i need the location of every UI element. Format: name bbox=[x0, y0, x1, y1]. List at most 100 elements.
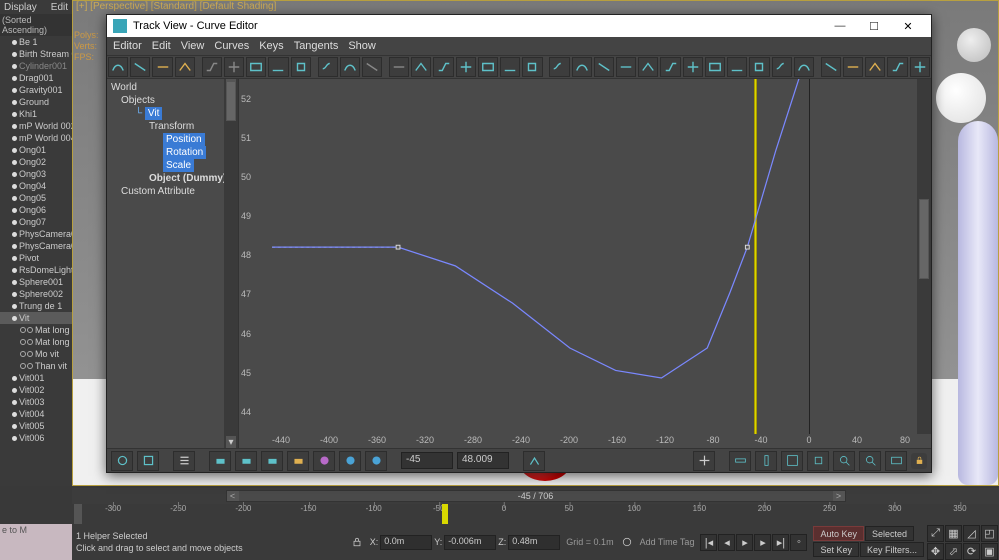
ruler-cursor[interactable] bbox=[442, 504, 448, 524]
ruler-in-handle[interactable] bbox=[74, 504, 82, 524]
nav-zoom-icon[interactable]: ⤢ bbox=[927, 525, 944, 542]
status-frame-field[interactable]: -45 bbox=[401, 452, 453, 469]
toolbar-button-13[interactable] bbox=[411, 57, 431, 77]
ce-menu-tangents[interactable]: Tangents bbox=[294, 40, 339, 52]
toolbar-button-1[interactable] bbox=[130, 57, 150, 77]
scene-item[interactable]: Pivot bbox=[0, 252, 72, 264]
toolbar-button-22[interactable] bbox=[616, 57, 636, 77]
host-menu-edit[interactable]: Edit bbox=[51, 2, 68, 13]
toolbar-button-7[interactable] bbox=[268, 57, 288, 77]
nav-zoomall-icon[interactable]: ▦ bbox=[945, 525, 962, 542]
next-frame-icon[interactable]: ▸ bbox=[754, 534, 771, 551]
scene-item[interactable]: Drag001 bbox=[0, 72, 72, 84]
coord-y-field[interactable]: -0.006m bbox=[444, 535, 496, 550]
ce-menu-view[interactable]: View bbox=[181, 40, 205, 52]
time-slider-bar[interactable]: < -45 / 706 > bbox=[226, 490, 846, 502]
coord-x-field[interactable]: 0.0m bbox=[380, 535, 432, 550]
toolbar-button-15[interactable] bbox=[456, 57, 476, 77]
scene-item[interactable]: Vit001 bbox=[0, 372, 72, 384]
scene-item[interactable]: Be 1 bbox=[0, 36, 72, 48]
isolate-icon[interactable] bbox=[620, 535, 634, 549]
toolbar-button-18[interactable] bbox=[522, 57, 542, 77]
toolbar-button-16[interactable] bbox=[478, 57, 498, 77]
scene-item[interactable]: Ong02 bbox=[0, 156, 72, 168]
scene-item[interactable]: PhysCamera001 bbox=[0, 228, 72, 240]
toolbar-button-19[interactable] bbox=[549, 57, 569, 77]
scene-item[interactable]: Sphere001 bbox=[0, 276, 72, 288]
close-button[interactable]: ✕ bbox=[891, 16, 925, 36]
toolbar-button-23[interactable] bbox=[638, 57, 658, 77]
scene-item[interactable]: Mat long den bbox=[0, 324, 72, 336]
tree-position[interactable]: Position bbox=[163, 133, 205, 146]
scroll-down-icon[interactable]: ▾ bbox=[226, 436, 236, 448]
zoom-ext-icon[interactable] bbox=[781, 451, 803, 471]
scene-item[interactable]: Ong03 bbox=[0, 168, 72, 180]
scene-item[interactable]: Ong01 bbox=[0, 144, 72, 156]
status-snap-icon[interactable] bbox=[523, 451, 545, 471]
status-btn-a[interactable] bbox=[209, 451, 231, 471]
toolbar-button-4[interactable] bbox=[202, 57, 222, 77]
status-btn-d[interactable] bbox=[287, 451, 309, 471]
status-btn-c[interactable] bbox=[261, 451, 283, 471]
track-tree[interactable]: World Objects └ Vit Transform Position R… bbox=[107, 79, 239, 448]
toolbar-button-25[interactable] bbox=[683, 57, 703, 77]
maximize-button[interactable]: ☐ bbox=[857, 16, 891, 36]
nav-fov-icon[interactable]: ◿ bbox=[963, 525, 980, 542]
tree-object-dummy[interactable]: Object (Dummy) bbox=[111, 172, 238, 185]
tree-world[interactable]: World bbox=[111, 81, 238, 94]
nav-region-icon[interactable]: ◰ bbox=[981, 525, 998, 542]
key-mode-icon[interactable]: ◦ bbox=[790, 534, 807, 551]
scene-item[interactable]: Trung de 1 bbox=[0, 300, 72, 312]
scene-item[interactable]: Mo vit bbox=[0, 348, 72, 360]
tree-custom-attribute[interactable]: Custom Attribute bbox=[111, 185, 238, 198]
nav-pan-icon[interactable]: ✥ bbox=[927, 543, 944, 560]
toolbar-button-30[interactable] bbox=[794, 57, 814, 77]
scene-item[interactable]: Vit006 bbox=[0, 432, 72, 444]
tree-scale[interactable]: Scale bbox=[163, 159, 194, 172]
toolbar-button-6[interactable] bbox=[246, 57, 266, 77]
toolbar-button-32[interactable] bbox=[843, 57, 863, 77]
zoom-v-icon[interactable] bbox=[755, 451, 777, 471]
ce-menu-editor[interactable]: Editor bbox=[113, 40, 142, 52]
status-btn-e[interactable] bbox=[313, 451, 335, 471]
tree-scrollbar[interactable]: ▴ ▾ bbox=[224, 79, 238, 448]
chart-v-thumb[interactable] bbox=[919, 199, 929, 279]
scene-item[interactable]: Vit002 bbox=[0, 384, 72, 396]
scene-item[interactable]: Ong04 bbox=[0, 180, 72, 192]
ce-menu-edit[interactable]: Edit bbox=[152, 40, 171, 52]
scene-item[interactable]: Vit005 bbox=[0, 420, 72, 432]
toolbar-button-5[interactable] bbox=[224, 57, 244, 77]
scene-item[interactable]: PhysCamera001. bbox=[0, 240, 72, 252]
toolbar-button-0[interactable] bbox=[108, 57, 128, 77]
toolbar-button-11[interactable] bbox=[362, 57, 382, 77]
toolbar-button-35[interactable] bbox=[910, 57, 930, 77]
scene-item[interactable]: Vit003 bbox=[0, 396, 72, 408]
scene-item[interactable]: Gravity001 bbox=[0, 84, 72, 96]
selected-button[interactable]: Selected bbox=[865, 526, 914, 541]
toolbar-button-14[interactable] bbox=[433, 57, 453, 77]
zoom-h-icon[interactable] bbox=[729, 451, 751, 471]
time-ruler[interactable]: -300-250-200-150-100-5005010015020025030… bbox=[74, 504, 999, 524]
tree-objects[interactable]: Objects bbox=[111, 94, 238, 107]
toolbar-button-21[interactable] bbox=[594, 57, 614, 77]
status-lock-icon[interactable] bbox=[911, 453, 927, 469]
scene-item[interactable]: Cylinder001 bbox=[0, 60, 72, 72]
toolbar-button-3[interactable] bbox=[175, 57, 195, 77]
scene-item[interactable]: Ong06 bbox=[0, 204, 72, 216]
scene-item[interactable]: Ong07 bbox=[0, 216, 72, 228]
zoom-region-icon[interactable] bbox=[833, 451, 855, 471]
ce-menu-show[interactable]: Show bbox=[348, 40, 376, 52]
goto-end-icon[interactable]: ▸| bbox=[772, 534, 789, 551]
toolbar-button-20[interactable] bbox=[572, 57, 592, 77]
goto-start-icon[interactable]: |◂ bbox=[700, 534, 717, 551]
coord-z-field[interactable]: 0.48m bbox=[508, 535, 560, 550]
zoom-sel-icon[interactable] bbox=[807, 451, 829, 471]
time-slider-strip[interactable]: < -45 / 706 > bbox=[72, 488, 999, 504]
toolbar-button-17[interactable] bbox=[500, 57, 520, 77]
status-pan-icon[interactable] bbox=[693, 451, 715, 471]
tree-rotation[interactable]: Rotation bbox=[163, 146, 206, 159]
setkey-button[interactable]: Set Key bbox=[813, 542, 859, 557]
nav-walk-icon[interactable]: ⬀ bbox=[945, 543, 962, 560]
tree-vit[interactable]: Vit bbox=[145, 107, 163, 120]
zoom-icon[interactable] bbox=[859, 451, 881, 471]
